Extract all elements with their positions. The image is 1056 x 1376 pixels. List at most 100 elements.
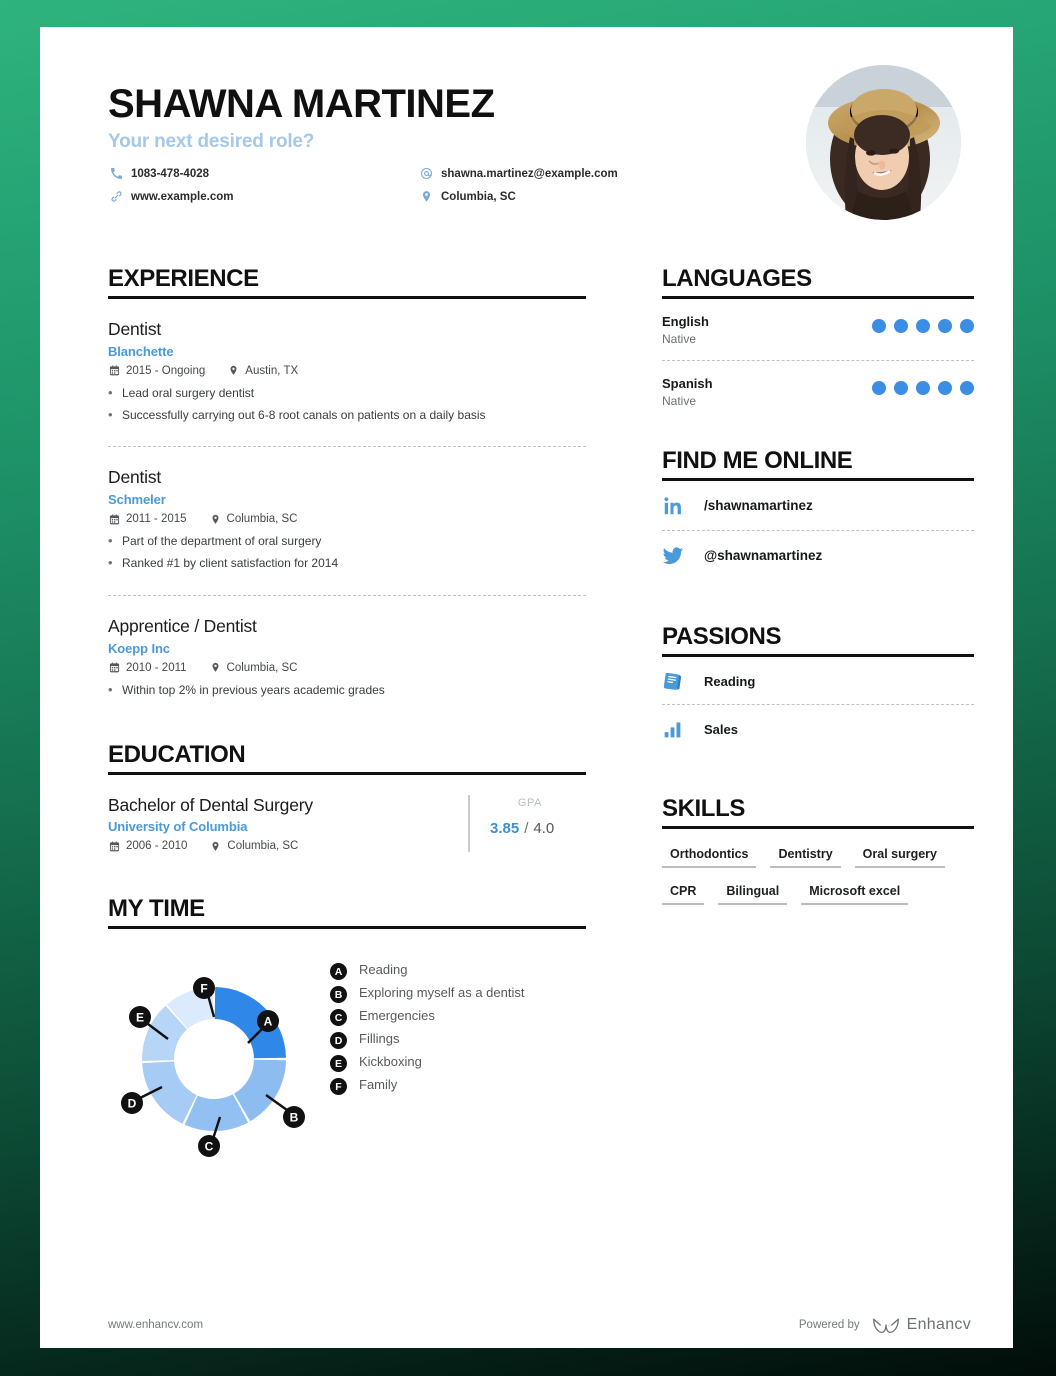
contact-location: Columbia, SC (418, 190, 618, 203)
bullet-icon: • (108, 406, 113, 422)
experience-entry: Dentist Blanchette 2015 - Ongoing Austin… (108, 299, 586, 425)
language-item: Spanish Native (662, 361, 974, 408)
right-column: LANGUAGES English Native Spanish Native … (662, 265, 974, 921)
svg-text:A: A (264, 1015, 273, 1029)
page-title: SHAWNA MARTINEZ (108, 82, 495, 126)
legend-label: Fillings (359, 1031, 400, 1047)
language-level: Native (662, 331, 697, 346)
legend-badge-d: D (330, 1032, 347, 1050)
experience-organization[interactable]: Koepp Inc (108, 641, 586, 656)
education-entry: Bachelor of Dental Surgery University of… (108, 775, 586, 853)
section-my-time: MY TIME A B C D E F A Reading B Explorin… (108, 896, 586, 1159)
rating-dot (960, 380, 974, 395)
contact-phone-value: 1083-478-4028 (131, 167, 210, 180)
bullet-text: Within top 2% in previous years academic… (122, 682, 385, 697)
resume-header: SHAWNA MARTINEZ Your next desired role? … (108, 65, 971, 220)
education-location-value: Columbia, SC (227, 840, 299, 853)
contact-phone[interactable]: 1083-478-4028 (108, 167, 418, 180)
experience-entry: Dentist Schmeler 2011 - 2015 Columbia, S… (108, 447, 586, 573)
experience-organization[interactable]: Blanchette (108, 344, 586, 359)
footer-url[interactable]: www.enhancv.com (108, 1319, 203, 1331)
experience-title: Dentist (108, 467, 162, 488)
experience-organization[interactable]: Schmeler (108, 492, 586, 507)
bullet-icon: • (108, 384, 113, 400)
language-item: English Native (662, 299, 974, 346)
enhancv-logo-icon (872, 1316, 900, 1334)
svg-text:D: D (128, 1097, 137, 1111)
experience-bullets: • Lead oral surgery dentist • Successful… (108, 384, 586, 425)
social-link-linkedin[interactable]: /shawnamartinez (662, 481, 974, 530)
list-item: • Lead oral surgery dentist (108, 384, 586, 403)
bullet-icon: • (108, 555, 113, 571)
header-text-block: SHAWNA MARTINEZ Your next desired role? … (108, 65, 618, 203)
linkedin-icon (662, 495, 692, 517)
page-footer: www.enhancv.com Powered by Enhancv (40, 1316, 1013, 1334)
location-pin-icon (227, 365, 240, 376)
language-rating (864, 376, 974, 395)
education-institution[interactable]: University of Columbia (108, 819, 458, 834)
section-experience: EXPERIENCE Dentist Blanchette 2015 - Ong… (108, 265, 586, 700)
legend-item: E Kickboxing (330, 1053, 586, 1073)
rating-dot (938, 380, 952, 395)
passion-label: Sales (704, 721, 738, 737)
legend-label: Family (359, 1077, 398, 1093)
skill-tag: CPR (662, 884, 705, 905)
experience-title: Apprentice / Dentist (108, 616, 257, 636)
twitter-icon (662, 545, 692, 567)
contact-website[interactable]: www.example.com (108, 190, 418, 203)
contact-email-value: shawna.martinez@example.com (441, 167, 618, 180)
skill-tag: Dentistry (770, 847, 841, 868)
legend-item: D Fillings (330, 1030, 586, 1050)
linkedin-handle: /shawnamartinez (704, 498, 813, 514)
rating-dot (894, 318, 908, 333)
legend-label: Emergencies (359, 1008, 435, 1024)
section-title-my-time: MY TIME (108, 895, 205, 923)
time-donut-chart: A B C D E F (108, 947, 320, 1159)
language-text: Spanish Native (662, 376, 713, 408)
location-pin-icon (209, 662, 222, 673)
bullet-icon: • (108, 681, 113, 697)
resume-page: SHAWNA MARTINEZ Your next desired role? … (40, 27, 1013, 1348)
skill-tag: Bilingual (718, 884, 788, 905)
section-find-me-online: FIND ME ONLINE /shawnamartinez @shawnama… (662, 447, 974, 580)
experience-meta: 2010 - 2011 Columbia, SC (108, 662, 586, 674)
powered-by-label: Powered by (798, 1319, 860, 1331)
experience-meta: 2015 - Ongoing Austin, TX (108, 365, 586, 377)
experience-dates: 2011 - 2015 (108, 513, 187, 525)
experience-meta: 2011 - 2015 Columbia, SC (108, 513, 586, 525)
rating-dot (938, 318, 952, 333)
bullet-text: Successfully carrying out 6-8 root canal… (122, 407, 486, 422)
legend-badge-e: E (330, 1055, 347, 1073)
rating-dot (872, 380, 886, 395)
section-title-passions: PASSIONS (662, 622, 782, 650)
bullet-icon: • (108, 533, 113, 549)
experience-location-value: Columbia, SC (226, 661, 298, 674)
experience-dates: 2015 - Ongoing (108, 365, 205, 377)
contact-location-value: Columbia, SC (441, 190, 516, 203)
experience-location-value: Columbia, SC (226, 513, 298, 526)
section-languages: LANGUAGES English Native Spanish Native (662, 265, 974, 408)
section-title-skills: SKILLS (662, 794, 745, 822)
contact-email[interactable]: shawna.martinez@example.com (418, 167, 618, 180)
brand-name: Enhancv (906, 1316, 971, 1333)
language-text: English Native (662, 314, 709, 346)
time-legend: A Reading B Exploring myself as a dentis… (320, 947, 586, 1099)
experience-dates-value: 2011 - 2015 (126, 513, 187, 526)
legend-item: A Reading (330, 961, 586, 981)
gpa-label: GPA (517, 796, 543, 809)
gpa-max: 4.0 (533, 819, 555, 837)
phone-icon (108, 167, 124, 180)
education-main: Bachelor of Dental Surgery University of… (108, 795, 458, 853)
donut-svg: A B C D E F (121, 977, 305, 1158)
section-education: EDUCATION Bachelor of Dental Surgery Uni… (108, 741, 586, 853)
gpa-block: GPA 3.85/4.0 (468, 794, 586, 853)
bullet-text: Lead oral surgery dentist (122, 385, 255, 400)
at-icon (418, 167, 434, 180)
location-pin-icon (418, 190, 434, 203)
social-link-twitter[interactable]: @shawnamartinez (662, 531, 974, 580)
skill-tag: Oral surgery (854, 847, 945, 868)
language-name: English (662, 313, 709, 329)
passion-label: Reading (704, 673, 756, 689)
rating-dot (872, 318, 886, 333)
svg-text:F: F (200, 982, 207, 996)
